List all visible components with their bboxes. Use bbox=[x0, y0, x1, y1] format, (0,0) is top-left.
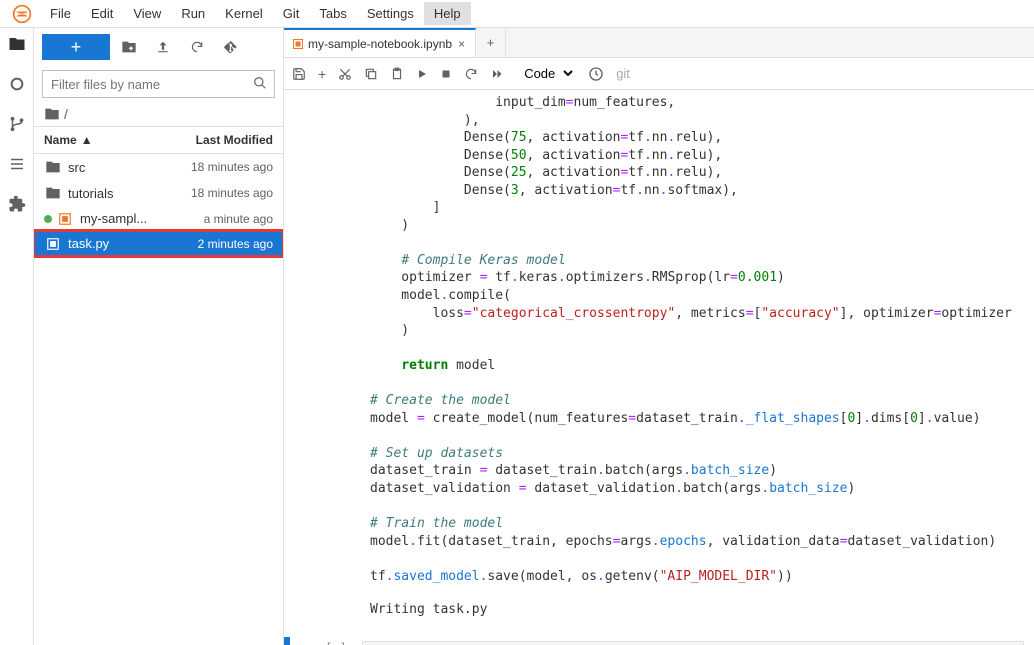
new-folder-icon[interactable] bbox=[114, 34, 144, 60]
git-branch-icon[interactable] bbox=[7, 114, 27, 134]
git-icon[interactable] bbox=[216, 34, 246, 60]
menu-help[interactable]: Help bbox=[424, 2, 471, 25]
refresh-icon[interactable] bbox=[182, 34, 212, 60]
breadcrumb[interactable]: / bbox=[34, 102, 283, 126]
git-label[interactable]: git bbox=[616, 66, 630, 81]
file-name: tutorials bbox=[68, 186, 191, 201]
output-cell: Writing task.py bbox=[284, 597, 1034, 623]
file-row[interactable]: tutorials18 minutes ago bbox=[34, 180, 283, 206]
code-cell[interactable]: input_dim=num_features, ), Dense(75, act… bbox=[284, 90, 1034, 589]
stop-icon[interactable] bbox=[440, 68, 452, 80]
notebook-tab[interactable]: my-sample-notebook.ipynb × bbox=[284, 28, 476, 57]
menu-git[interactable]: Git bbox=[273, 2, 310, 25]
folder-icon[interactable] bbox=[7, 34, 27, 54]
add-tab-button[interactable]: + bbox=[476, 28, 506, 57]
output-text: Writing task.py bbox=[370, 601, 1024, 619]
file-modified: 18 minutes ago bbox=[191, 160, 273, 174]
name-column-header[interactable]: Name bbox=[44, 133, 77, 147]
list-icon[interactable] bbox=[7, 154, 27, 174]
editor-area: my-sample-notebook.ipynb × + + Code git bbox=[284, 28, 1034, 645]
file-browser: + / Name ▲ Last Modified src18 minutes a… bbox=[34, 28, 284, 645]
run-all-icon[interactable] bbox=[490, 68, 504, 80]
menubar: FileEditViewRunKernelGitTabsSettingsHelp bbox=[0, 0, 1034, 28]
tab-label: my-sample-notebook.ipynb bbox=[308, 37, 452, 51]
menu-settings[interactable]: Settings bbox=[357, 2, 424, 25]
circle-icon[interactable] bbox=[7, 74, 27, 94]
breadcrumb-root: / bbox=[64, 106, 68, 122]
menu-tabs[interactable]: Tabs bbox=[309, 2, 356, 25]
file-name: task.py bbox=[68, 236, 198, 251]
jupyter-logo-icon[interactable] bbox=[10, 2, 34, 26]
file-list: src18 minutes agotutorials18 minutes ago… bbox=[34, 154, 283, 645]
save-icon[interactable] bbox=[292, 67, 306, 81]
menu-run[interactable]: Run bbox=[171, 2, 215, 25]
folder-icon bbox=[44, 185, 62, 201]
close-icon[interactable]: × bbox=[456, 37, 467, 51]
cut-icon[interactable] bbox=[338, 67, 352, 81]
file-name: src bbox=[68, 160, 191, 175]
file-browser-toolbar: + bbox=[34, 28, 283, 66]
file-row[interactable]: my-sampl...a minute ago bbox=[34, 206, 283, 231]
file-row[interactable]: task.py2 minutes ago bbox=[34, 231, 283, 256]
cell-type-select[interactable]: Code bbox=[516, 63, 576, 84]
extensions-icon[interactable] bbox=[7, 194, 27, 214]
notebook-toolbar: + Code git bbox=[284, 58, 1034, 90]
cell-prompt: [ ]: bbox=[290, 637, 362, 645]
running-indicator-icon bbox=[44, 215, 52, 223]
upload-icon[interactable] bbox=[148, 34, 178, 60]
code-content: input_dim=num_features, ), Dense(75, act… bbox=[370, 94, 1024, 585]
new-launcher-button[interactable]: + bbox=[42, 34, 110, 60]
insert-cell-icon[interactable]: + bbox=[318, 66, 326, 82]
file-list-header: Name ▲ Last Modified bbox=[34, 126, 283, 154]
folder-icon bbox=[44, 159, 62, 175]
tab-bar: my-sample-notebook.ipynb × + bbox=[284, 28, 1034, 58]
file-modified: 18 minutes ago bbox=[191, 186, 273, 200]
python-icon bbox=[44, 237, 62, 251]
search-icon bbox=[253, 76, 267, 90]
sort-icon: ▲ bbox=[81, 133, 93, 147]
notebook-icon bbox=[56, 212, 74, 226]
menu-items: FileEditViewRunKernelGitTabsSettingsHelp bbox=[40, 2, 471, 25]
kernel-status-icon[interactable] bbox=[588, 66, 604, 82]
run-icon[interactable] bbox=[416, 68, 428, 80]
file-row[interactable]: src18 minutes ago bbox=[34, 154, 283, 180]
file-name: my-sampl... bbox=[80, 211, 204, 226]
notebook-icon bbox=[292, 38, 304, 50]
activity-bar bbox=[0, 28, 34, 645]
menu-view[interactable]: View bbox=[123, 2, 171, 25]
file-modified: a minute ago bbox=[204, 212, 273, 226]
menu-file[interactable]: File bbox=[40, 2, 81, 25]
code-input[interactable] bbox=[362, 641, 1024, 645]
notebook-body: input_dim=num_features, ), Dense(75, act… bbox=[284, 90, 1034, 645]
modified-column-header[interactable]: Last Modified bbox=[196, 133, 273, 147]
empty-cell[interactable]: [ ]: bbox=[284, 637, 1034, 645]
menu-kernel[interactable]: Kernel bbox=[215, 2, 273, 25]
copy-icon[interactable] bbox=[364, 67, 378, 81]
file-modified: 2 minutes ago bbox=[198, 237, 273, 251]
paste-icon[interactable] bbox=[390, 67, 404, 81]
filter-input[interactable] bbox=[42, 70, 275, 98]
menu-edit[interactable]: Edit bbox=[81, 2, 123, 25]
restart-icon[interactable] bbox=[464, 67, 478, 81]
